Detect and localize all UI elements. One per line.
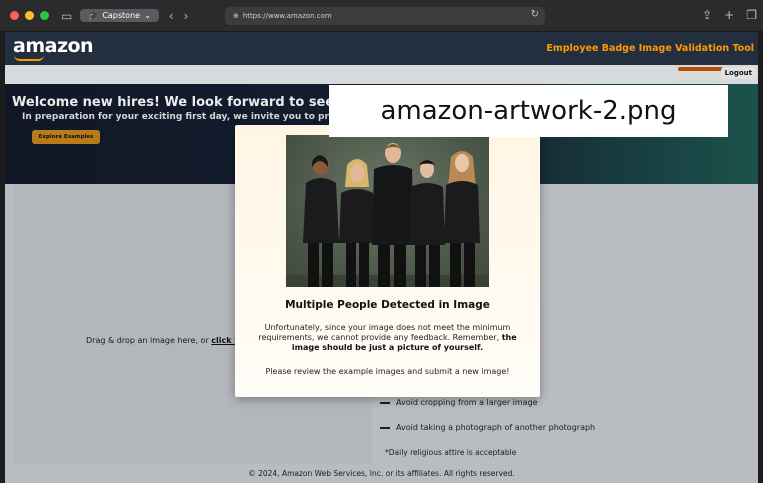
modal-title: Multiple People Detected in Image (285, 299, 490, 311)
url-text: https://www.amazon.com (242, 12, 332, 20)
modal-instruction: Please review the example images and sub… (265, 367, 510, 376)
person-figure (303, 155, 339, 287)
forward-icon[interactable]: › (184, 9, 189, 23)
back-icon[interactable]: ‹ (169, 9, 174, 23)
address-bar[interactable]: ⊕ https://www.amazon.com ↻ (225, 7, 545, 25)
close-window-button[interactable] (10, 11, 19, 20)
person-figure (339, 159, 375, 287)
tabs-overview-icon[interactable]: ❐ (746, 8, 757, 22)
multiple-people-modal: Multiple People Detected in Image Unfort… (235, 125, 540, 397)
modal-message-text: Unfortunately, since your image does not… (258, 323, 511, 342)
amazon-logo[interactable]: amazon (13, 35, 94, 57)
group-photo-image (286, 143, 489, 287)
share-icon[interactable]: ⇪ (702, 8, 712, 22)
window-controls (10, 11, 49, 20)
tool-title: Employee Badge Image Validation Tool (546, 43, 754, 54)
graduation-cap-icon: 🎓 (88, 11, 99, 20)
person-figure (372, 143, 414, 287)
person-figure (409, 160, 445, 287)
globe-icon: ⊕ (233, 12, 239, 20)
modal-message: Unfortunately, since your image does not… (251, 323, 524, 353)
tab-group-label: Capstone (102, 11, 141, 20)
new-tab-icon[interactable]: + (724, 8, 734, 22)
uploaded-photo (286, 135, 489, 287)
filename-label: amazon-artwork-2.png (329, 85, 728, 137)
reload-icon[interactable]: ↻ (531, 9, 539, 20)
tab-group-capstone[interactable]: 🎓 Capstone ⌄ (80, 9, 159, 22)
minimize-window-button[interactable] (25, 11, 34, 20)
browser-toolbar: ▭ 🎓 Capstone ⌄ ‹ › ⊕ https://www.amazon.… (0, 0, 763, 32)
amazon-smile-icon (14, 55, 44, 61)
sidebar-icon[interactable]: ▭ (61, 9, 72, 23)
maximize-window-button[interactable] (40, 11, 49, 20)
person-figure (444, 151, 480, 287)
site-header: amazon Employee Badge Image Validation T… (5, 32, 758, 65)
chevron-down-icon: ⌄ (144, 11, 151, 20)
